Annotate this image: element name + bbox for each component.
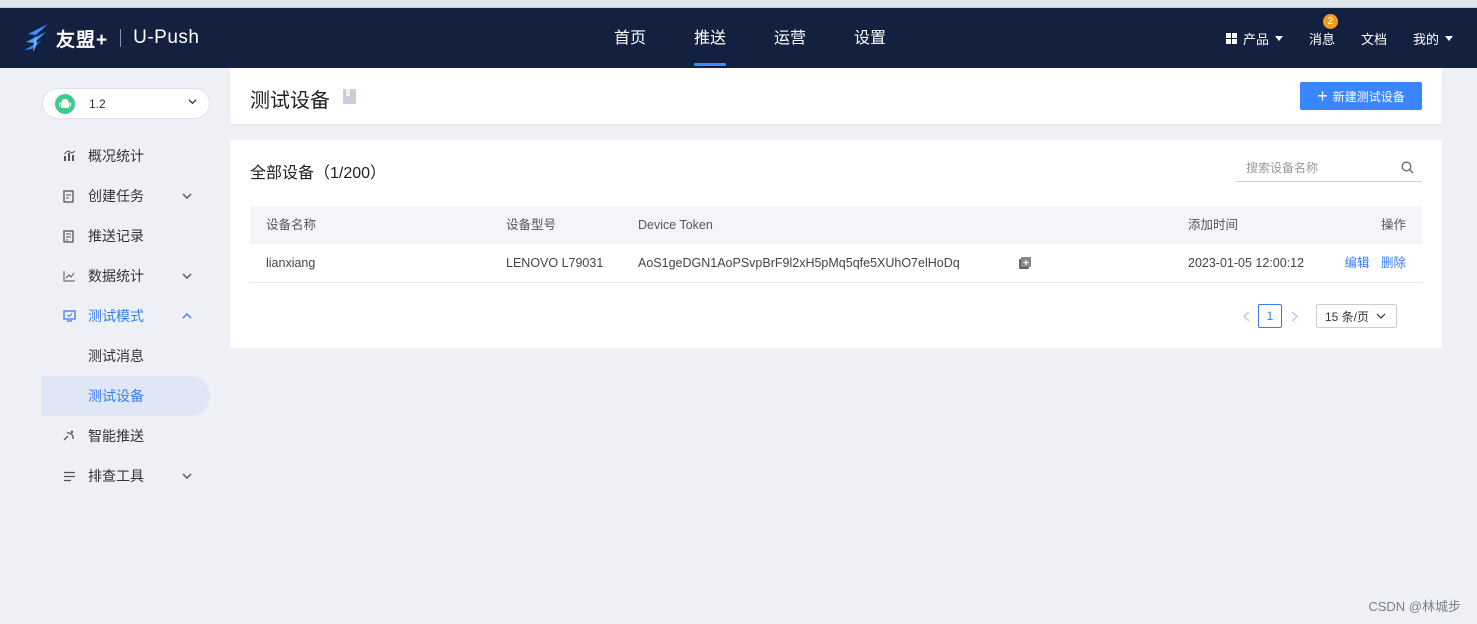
- nav-push[interactable]: 推送: [670, 8, 750, 68]
- added-time-cell: 2023-01-05 12:00:12: [1188, 256, 1305, 270]
- page-header: 测试设备 + 新建测试设备: [230, 68, 1442, 124]
- sidebar-item-label: 智能推送: [88, 428, 144, 444]
- message-badge: 2: [1322, 13, 1338, 29]
- record-icon: [62, 229, 76, 243]
- sidebar-item-label: 推送记录: [88, 228, 144, 244]
- sidebar-item-push-records[interactable]: 推送记录: [42, 216, 210, 256]
- sidebar-item-test-mode[interactable]: 测试模式: [42, 296, 210, 336]
- new-test-device-button[interactable]: + 新建测试设备: [1300, 82, 1422, 110]
- sidebar-item-test-device[interactable]: 测试设备: [42, 376, 210, 416]
- caret-down-icon: [1274, 35, 1283, 41]
- search-icon[interactable]: [1401, 161, 1414, 174]
- sidebar: 1.2 概况统计 创建任务 推送记录 数据统计 测试模式 测试消息 测试设备 智…: [0, 68, 230, 624]
- device-model-cell: LENOVO L79031: [506, 256, 604, 270]
- apps-grid-icon: [1225, 32, 1237, 44]
- device-search: [1236, 154, 1422, 182]
- docs-link[interactable]: 文档: [1361, 29, 1387, 48]
- sidebar-item-label: 数据统计: [88, 268, 144, 284]
- sidebar-item-create-task[interactable]: 创建任务: [42, 176, 210, 216]
- edit-link[interactable]: 编辑: [1344, 256, 1369, 270]
- sidebar-item-label: 测试设备: [88, 388, 144, 404]
- column-header-device-name: 设备名称: [266, 218, 317, 232]
- task-icon: [62, 189, 76, 203]
- column-header-device-model: 设备型号: [506, 218, 557, 232]
- sidebar-item-data-stats[interactable]: 数据统计: [42, 256, 210, 296]
- chevron-down-icon: [1376, 313, 1386, 319]
- chevron-down-icon: [182, 473, 192, 479]
- page-number-button[interactable]: 1: [1258, 304, 1282, 328]
- next-page-icon[interactable]: [1288, 310, 1300, 322]
- satellite-icon: [62, 429, 76, 443]
- list-icon: [62, 469, 76, 483]
- pagination: 1 15 条/页: [1234, 304, 1397, 328]
- caret-down-icon: [1445, 35, 1453, 41]
- sidebar-item-smart-push[interactable]: 智能推送: [42, 416, 210, 456]
- product-menu-label: 产品: [1242, 31, 1269, 47]
- android-icon: [55, 93, 75, 114]
- sidebar-item-label: 创建任务: [88, 188, 144, 204]
- product-menu[interactable]: 产品: [1225, 29, 1283, 48]
- top-navbar: 友盟+ U-Push 首页 推送 运营 设置 产品 消息 2 文档 我的: [0, 8, 1477, 68]
- sidebar-menu: 概况统计 创建任务 推送记录 数据统计 测试模式 测试消息 测试设备 智能推送 …: [42, 136, 210, 496]
- brand-name: 友盟+: [56, 29, 109, 51]
- device-list-card: 全部设备（1/200） 设备名称 设备型号 Device Token 添加时间 …: [230, 140, 1442, 348]
- monitor-icon: [62, 309, 76, 323]
- page-size-value: 15 条/页: [1325, 309, 1370, 324]
- actions-cell: 编辑 删除: [1344, 244, 1406, 282]
- logo-divider: [120, 29, 122, 47]
- chevron-down-icon: [182, 273, 192, 279]
- page-size-select[interactable]: 15 条/页: [1316, 304, 1397, 328]
- app-selector[interactable]: 1.2: [42, 88, 210, 119]
- document-icon[interactable]: [343, 89, 356, 104]
- column-header-device-token: Device Token: [638, 218, 713, 232]
- sidebar-item-troubleshoot[interactable]: 排查工具: [42, 456, 210, 496]
- prev-page-icon[interactable]: [1240, 310, 1252, 322]
- sidebar-item-overview[interactable]: 概况统计: [42, 136, 210, 176]
- nav-home[interactable]: 首页: [590, 8, 670, 68]
- page-title: 测试设备: [250, 90, 330, 112]
- column-header-actions: 操作: [1380, 218, 1406, 232]
- messages-label: 消息: [1308, 31, 1335, 47]
- sidebar-item-label: 排查工具: [88, 468, 144, 484]
- device-search-input[interactable]: [1236, 160, 1386, 175]
- sidebar-item-label: 测试消息: [88, 348, 144, 364]
- messages-link[interactable]: 消息 2: [1308, 13, 1338, 48]
- nav-settings[interactable]: 设置: [830, 8, 910, 68]
- plus-icon: +: [1317, 86, 1328, 106]
- chevron-up-icon: [182, 313, 192, 319]
- watermark: CSDN @林城步: [1368, 599, 1461, 614]
- table-header: 设备名称 设备型号 Device Token 添加时间 操作: [250, 206, 1422, 244]
- device-table: 设备名称 设备型号 Device Token 添加时间 操作 lianxiang…: [250, 206, 1422, 283]
- sidebar-item-label: 概况统计: [88, 148, 144, 164]
- device-name-cell: lianxiang: [266, 256, 316, 270]
- docs-label: 文档: [1360, 31, 1387, 47]
- copy-icon[interactable]: [1019, 257, 1031, 269]
- chevron-down-icon: [188, 99, 197, 105]
- device-count-title: 全部设备（1/200）: [250, 165, 387, 182]
- sidebar-item-test-message[interactable]: 测试消息: [42, 336, 210, 376]
- umeng-logo-icon: [24, 24, 48, 52]
- nav-operations[interactable]: 运营: [750, 8, 830, 68]
- device-token-cell: AoS1geDGN1AoPSvpBrF9l2xH5pMq5qfe5XUhO7el…: [638, 256, 960, 270]
- app-version: 1.2: [89, 96, 106, 111]
- table-row: lianxiang LENOVO L79031 AoS1geDGN1AoPSvp…: [250, 244, 1422, 283]
- sidebar-item-label: 测试模式: [88, 308, 144, 324]
- bar-chart-icon: [62, 149, 76, 163]
- user-menu-label: 我的: [1412, 31, 1439, 47]
- delete-link[interactable]: 删除: [1381, 256, 1406, 270]
- browser-edge: [0, 0, 1477, 8]
- new-test-device-label: 新建测试设备: [1332, 89, 1405, 104]
- line-chart-icon: [62, 269, 76, 283]
- logo[interactable]: 友盟+ U-Push: [22, 22, 199, 54]
- column-header-added-time: 添加时间: [1188, 218, 1239, 232]
- header-right: 产品 消息 2 文档 我的: [1200, 8, 1453, 68]
- chevron-down-icon: [182, 193, 192, 199]
- user-menu[interactable]: 我的: [1413, 29, 1453, 48]
- product-name: U-Push: [133, 27, 200, 48]
- main-nav: 首页 推送 运营 设置: [590, 8, 910, 68]
